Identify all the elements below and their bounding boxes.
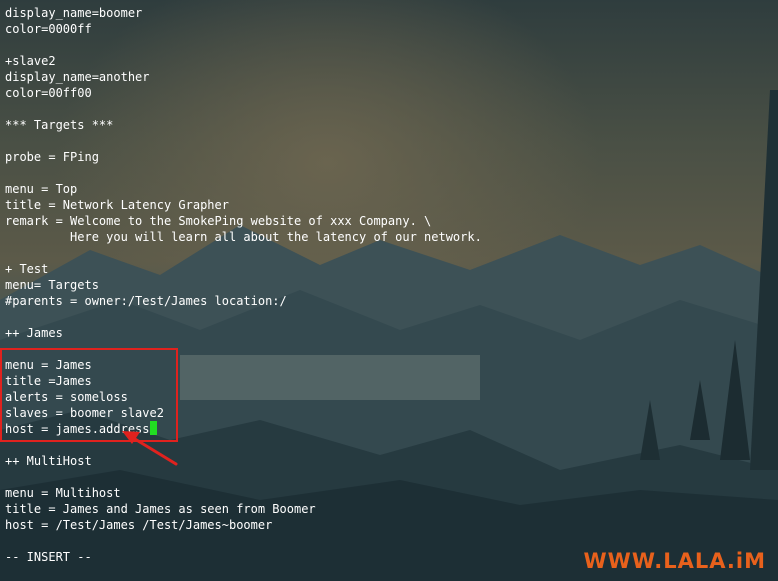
code-line: remark = Welcome to the SmokePing websit…: [5, 213, 482, 229]
code-line: title = Network Latency Grapher: [5, 197, 482, 213]
code-line: -- INSERT --: [5, 549, 482, 565]
code-line-text: color=00ff00: [5, 86, 92, 100]
code-line: title = James and James as seen from Boo…: [5, 501, 482, 517]
code-line: host = /Test/James /Test/James~boomer: [5, 517, 482, 533]
code-line: color=0000ff: [5, 21, 482, 37]
code-line-text: host = /Test/James /Test/James~boomer: [5, 518, 273, 532]
terminal-editor[interactable]: display_name=boomer color=0000ff +slave2 di…: [5, 5, 482, 565]
code-line: menu = Top: [5, 181, 482, 197]
code-line: #parents = owner:/Test/James location:/: [5, 293, 482, 309]
code-line: display_name=boomer: [5, 5, 482, 21]
code-line: color=00ff00: [5, 85, 482, 101]
red-arrow-icon: [122, 431, 178, 466]
code-line-text: display_name=another: [5, 70, 150, 84]
code-line-text: Here you will learn all about the latenc…: [5, 230, 482, 244]
code-line-text: #parents = owner:/Test/James location:/: [5, 294, 287, 308]
code-line-text: menu = Top: [5, 182, 78, 196]
code-line: Here you will learn all about the latenc…: [5, 229, 482, 245]
watermark-text: WWW.LALA.iM: [583, 549, 766, 573]
code-line-text: color=0000ff: [5, 22, 92, 36]
code-line: display_name=another: [5, 69, 482, 85]
code-line-text: menu = Multihost: [5, 486, 121, 500]
code-line: ++ James: [5, 325, 482, 341]
code-line: ++ MultiHost: [5, 453, 482, 469]
code-line-text: title = Network Latency Grapher: [5, 198, 229, 212]
code-line: menu = Multihost: [5, 485, 482, 501]
code-line-text: ++ James: [5, 326, 63, 340]
code-line-text: -- INSERT --: [5, 550, 92, 564]
code-line: +slave2: [5, 53, 482, 69]
code-line: *** Targets ***: [5, 117, 482, 133]
code-line-text: remark = Welcome to the SmokePing websit…: [5, 214, 432, 228]
code-line: probe = FPing: [5, 149, 482, 165]
code-line-text: ++ MultiHost: [5, 454, 92, 468]
code-line: + Test: [5, 261, 482, 277]
code-line-text: *** Targets ***: [5, 118, 114, 132]
code-line-text: display_name=boomer: [5, 6, 143, 20]
code-line-text: menu= Targets: [5, 278, 99, 292]
code-line-text: + Test: [5, 262, 49, 276]
code-line: menu= Targets: [5, 277, 482, 293]
code-line-text: title = James and James as seen from Boo…: [5, 502, 316, 516]
code-line-text: +slave2: [5, 54, 56, 68]
code-line-text: probe = FPing: [5, 150, 99, 164]
